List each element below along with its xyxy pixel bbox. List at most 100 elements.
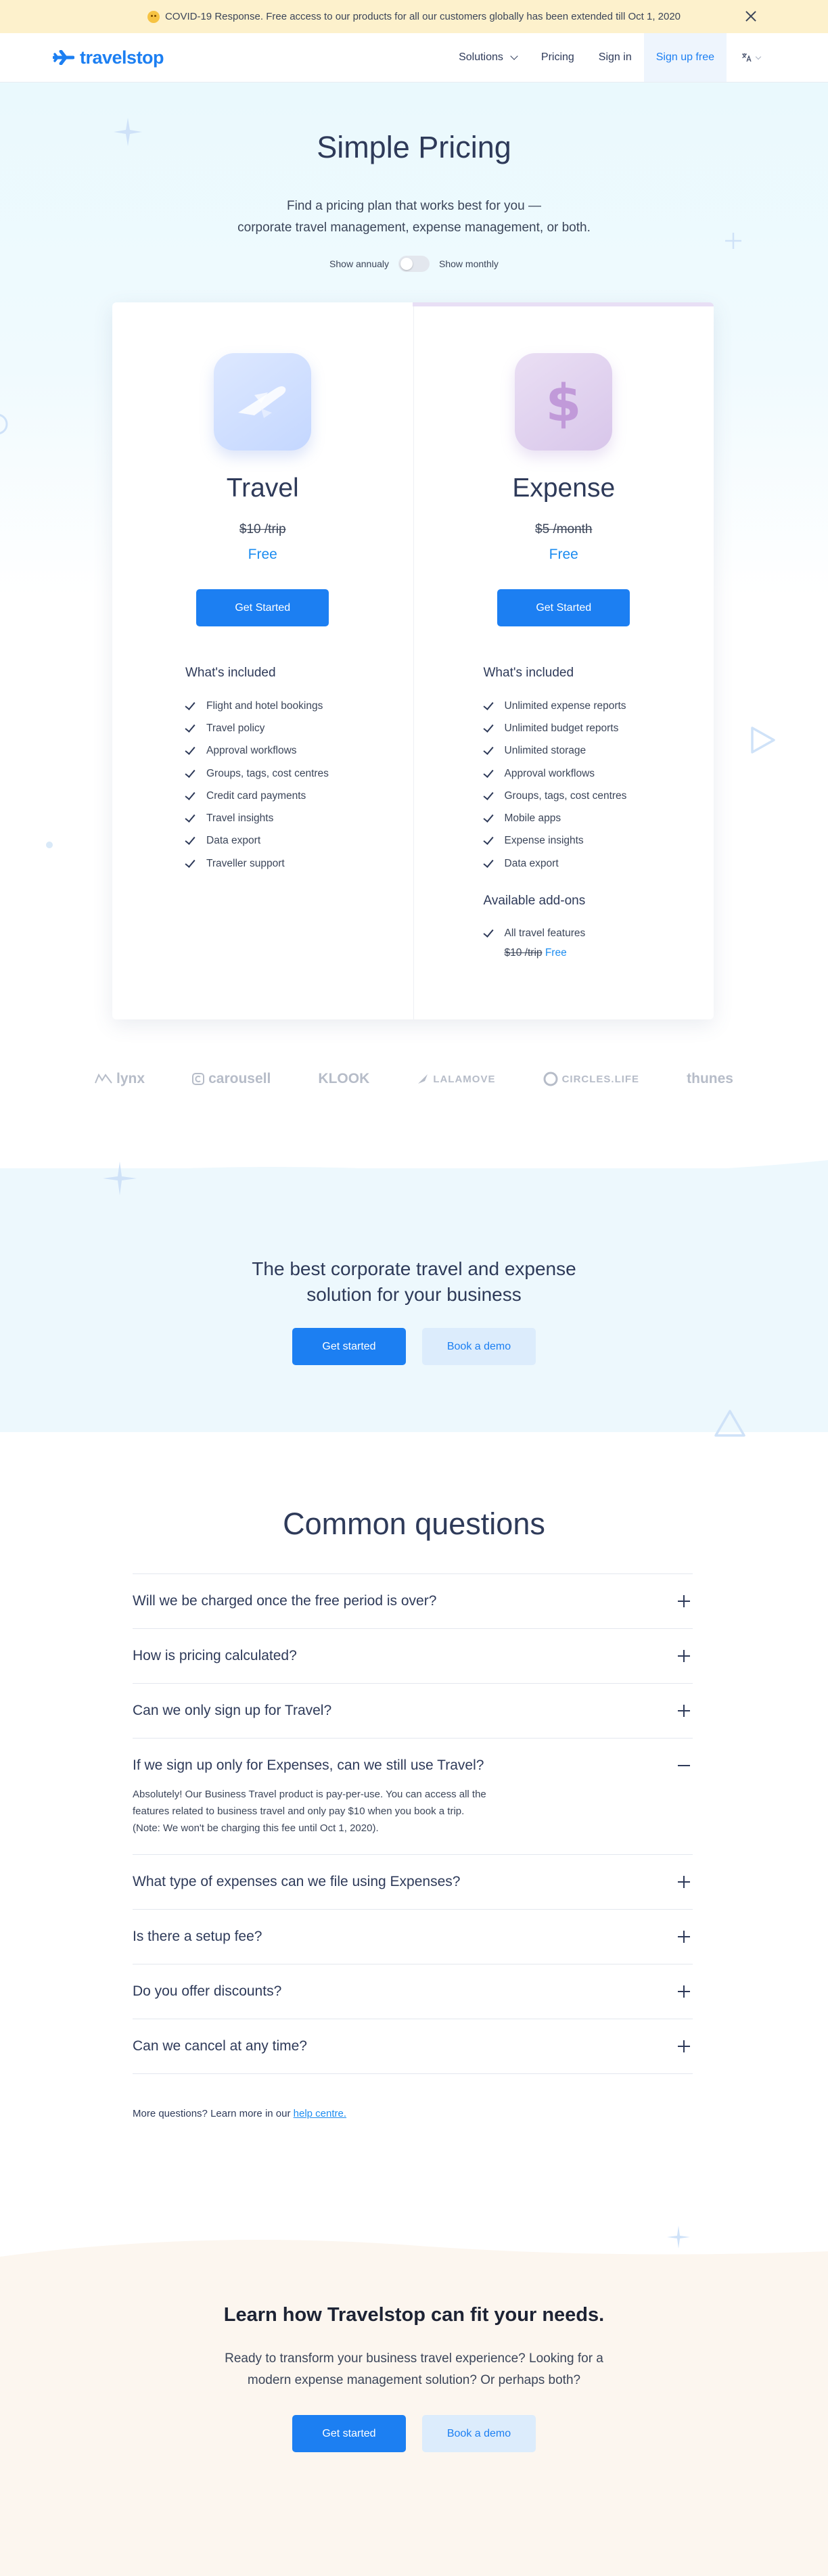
feature-item: Credit card payments <box>185 785 329 807</box>
faq-question[interactable]: Can we cancel at any time? <box>133 2019 693 2073</box>
checkmark-icon <box>185 834 196 846</box>
announcement-text: COVID-19 Response. Free access to our pr… <box>164 11 681 22</box>
chevron-down-icon <box>755 53 762 60</box>
toggle-knob <box>400 258 413 270</box>
book-demo-button[interactable]: Book a demo <box>422 1328 536 1365</box>
faq-title: Common questions <box>283 1506 545 1541</box>
close-icon[interactable] <box>741 7 760 26</box>
get-started-button[interactable]: Get started <box>292 2415 406 2452</box>
plus-icon <box>678 1985 690 1998</box>
checkmark-icon <box>185 699 196 710</box>
feature-item: Expense insights <box>482 830 627 852</box>
solution-banner: The best corporate travel and expense so… <box>0 1162 828 1437</box>
checkmark-icon <box>185 744 196 756</box>
nav-pricing[interactable]: Pricing <box>529 33 586 82</box>
sparkle-decoration-icon <box>103 1162 137 1195</box>
checkmark-icon <box>482 789 494 800</box>
page-title: Simple Pricing <box>317 130 511 164</box>
cta-text: Ready to transform your business travel … <box>225 2351 603 2387</box>
addon-new-price: Free <box>545 947 567 959</box>
addon-list: All travel features <box>482 922 585 944</box>
checkmark-icon <box>482 812 494 823</box>
plan-name: Travel <box>226 474 299 503</box>
customer-logos: lynx carousell KLOOK LALAMOVE CIRCLES.LI… <box>95 1071 733 1087</box>
get-started-button[interactable]: Get started <box>292 1328 406 1365</box>
minus-icon <box>678 1760 690 1772</box>
get-started-button[interactable]: Get Started <box>196 589 329 626</box>
get-started-button[interactable]: Get Started <box>497 589 630 626</box>
translate-icon <box>742 53 752 62</box>
faq-item: Can we only sign up for Travel? <box>133 1684 693 1739</box>
triangle-decoration-icon <box>714 1410 745 1437</box>
circles-life-logo-icon <box>543 1072 558 1086</box>
carousell-logo-icon <box>192 1073 205 1085</box>
checkmark-icon <box>482 766 494 778</box>
lalamove-logo-icon <box>418 1074 428 1084</box>
help-centre-link[interactable]: help centre. <box>294 2108 346 2119</box>
faq-question[interactable]: Do you offer discounts? <box>133 1964 693 2019</box>
logo-lalamove: LALAMOVE <box>417 1073 495 1085</box>
faq-question[interactable]: Can we only sign up for Travel? <box>133 1684 693 1738</box>
language-selector[interactable] <box>727 33 775 82</box>
checkmark-icon <box>482 926 494 938</box>
feature-item: Flight and hotel bookings <box>185 695 329 717</box>
faq-more-text: More questions? Learn more in our help c… <box>133 2108 347 2119</box>
dollar-icon: $ <box>515 353 613 451</box>
faq-question[interactable]: What type of expenses can we file using … <box>133 1855 693 1909</box>
billing-toggle-switch[interactable] <box>398 256 430 272</box>
cta-background <box>0 2240 828 2576</box>
feature-item: Approval workflows <box>185 740 329 762</box>
included-title: What's included <box>483 666 574 680</box>
feature-item: Data export <box>185 830 329 852</box>
faq-question[interactable]: Will we be charged once the free period … <box>133 1574 693 1628</box>
feature-item: Unlimited storage <box>482 740 627 762</box>
addon-price: $10 /trip Free <box>484 947 567 959</box>
nav-sign-in[interactable]: Sign in <box>586 33 644 82</box>
checkmark-icon <box>185 766 196 778</box>
pricing-hero: Simple Pricing Find a pricing plan that … <box>0 83 828 1019</box>
logo-circles-life: CIRCLES.LIFE <box>543 1072 640 1086</box>
subtitle-line: Find a pricing plan that works best for … <box>287 199 541 213</box>
plus-icon <box>678 1595 690 1607</box>
faq-question[interactable]: Is there a setup fee? <box>133 1910 693 1964</box>
plus-icon <box>678 1705 690 1717</box>
plan-old-price: $10 /trip <box>239 522 286 536</box>
feature-item: Unlimited budget reports <box>482 717 627 739</box>
nav-sign-up-button[interactable]: Sign up free <box>643 33 727 82</box>
svg-text:$: $ <box>546 373 582 433</box>
plane-logo-icon <box>53 50 74 65</box>
book-demo-button[interactable]: Book a demo <box>422 2415 536 2452</box>
chevron-down-icon <box>510 52 518 60</box>
checkmark-icon <box>482 856 494 868</box>
feature-item: Groups, tags, cost centres <box>185 762 329 785</box>
checkmark-icon <box>185 812 196 823</box>
feature-item: Travel insights <box>185 807 329 829</box>
billing-toggle-row: Show annualy Show monthly <box>0 256 828 272</box>
logo-text: travelstop <box>80 47 164 68</box>
subtitle-line: corporate travel management, expense man… <box>237 221 591 235</box>
toggle-label-monthly: Show monthly <box>439 258 499 269</box>
triangle-decoration-icon <box>751 727 775 754</box>
faq-item: Will we be charged once the free period … <box>133 1574 693 1629</box>
banner-title-line: The best corporate travel and expense <box>252 1258 576 1279</box>
footer-cta: Learn how Travelstop can fit your needs.… <box>0 2226 828 2576</box>
feature-item: Mobile apps <box>482 807 627 829</box>
smile-icon <box>147 10 160 23</box>
checkmark-icon <box>185 856 196 868</box>
plan-travel: Travel $10 /trip Free Get Started What's… <box>112 302 413 1019</box>
faq-question[interactable]: If we sign up only for Expenses, can we … <box>133 1739 693 1793</box>
logo-carousell: carousell <box>192 1071 271 1087</box>
logo-klook: KLOOK <box>318 1071 370 1086</box>
checkmark-icon <box>185 722 196 733</box>
logo-lynx: lynx <box>95 1071 145 1087</box>
banner-title-line: solution for your business <box>306 1284 522 1305</box>
faq-item: How is pricing calculated? <box>133 1629 693 1684</box>
faq-question[interactable]: How is pricing calculated? <box>133 1629 693 1683</box>
logo[interactable]: travelstop <box>53 47 164 68</box>
faq-item: Is there a setup fee? <box>133 1910 693 1964</box>
announcement-bar: COVID-19 Response. Free access to our pr… <box>0 0 828 33</box>
nav-solutions[interactable]: Solutions <box>446 33 529 82</box>
faq-item: What type of expenses can we file using … <box>133 1855 693 1910</box>
dot-decoration-icon <box>46 842 53 848</box>
checkmark-icon <box>185 789 196 800</box>
